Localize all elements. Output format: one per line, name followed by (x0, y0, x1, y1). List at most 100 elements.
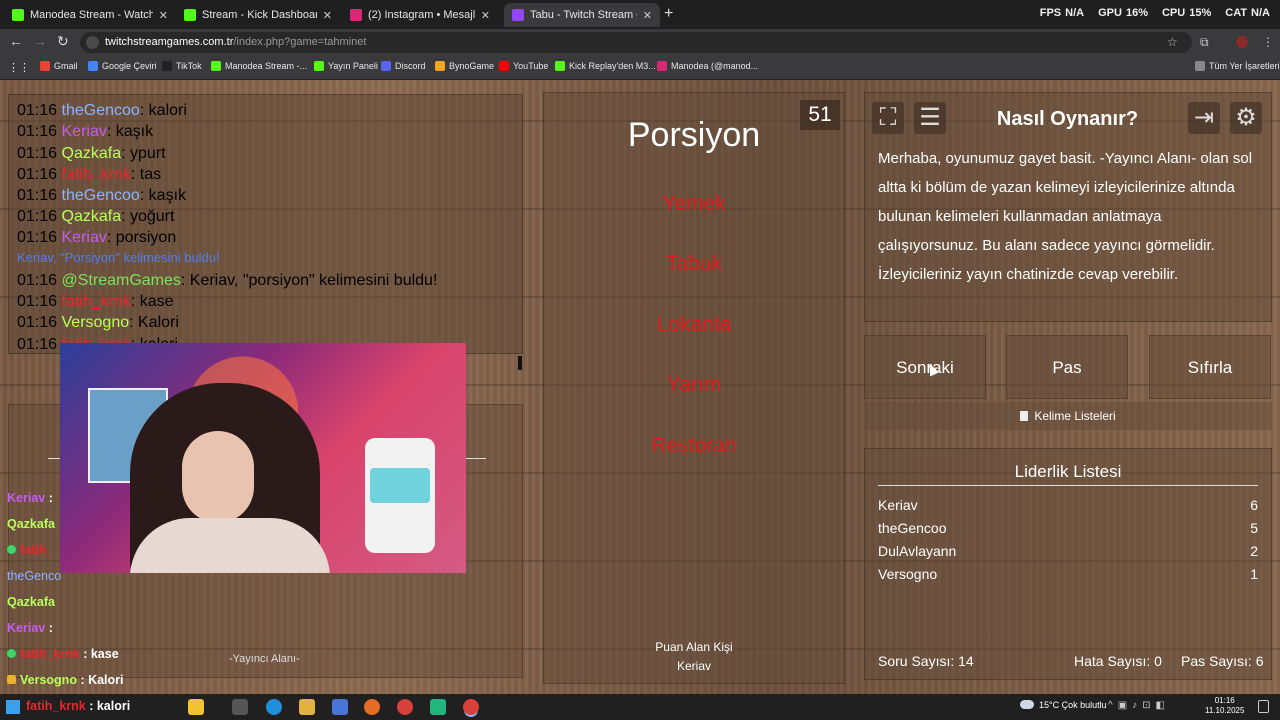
forbidden-word: Yarım (666, 373, 722, 396)
back-icon[interactable]: ← (9, 33, 23, 49)
overlay-chat-line: fatih_ (7, 543, 53, 557)
question-count: Soru Sayısı: 14 (878, 653, 974, 669)
target-word: Porsiyon (627, 116, 761, 154)
tab-label: (2) Instagram • Mesajlar (368, 9, 475, 21)
taskbar-clock[interactable]: 01:16 11.10.2025 (1205, 696, 1244, 716)
chat-text: : Kalori (129, 314, 179, 331)
all-bookmarks[interactable]: Tüm Yer İşaretleri (1195, 61, 1280, 71)
leaderboard-row: Versogno 1 (878, 566, 1258, 582)
chat-message: 01:16 fatih_krnk: kase (17, 293, 174, 311)
reload-icon[interactable]: ↻ (57, 33, 69, 50)
chat-message: 01:16 theGencoo: kaşık (17, 187, 186, 205)
bookmark-broadcast-panel[interactable]: Yayın Paneli (314, 61, 378, 71)
bookmark-discord[interactable]: Discord (381, 61, 426, 71)
bookmark-label: Yayın Paneli (328, 61, 378, 71)
chat-text: : ypurt (121, 145, 166, 162)
overlay-chat-line: Keriav : (7, 491, 53, 505)
close-icon[interactable]: ✕ (643, 9, 652, 22)
chat-user: fatih_krnk (61, 166, 131, 183)
extensions-icon[interactable]: ⧉ (1200, 35, 1209, 50)
notification-icon[interactable] (1258, 700, 1269, 713)
clock-date: 11.10.2025 (1205, 706, 1245, 715)
pass-button[interactable]: Pas (1006, 335, 1128, 399)
exit-icon[interactable]: ⇥ (1188, 102, 1220, 134)
bookmark-star-icon[interactable]: ☆ (1167, 35, 1178, 49)
store-icon[interactable] (332, 699, 348, 715)
chat-user: fatih_krnk (61, 293, 131, 310)
firefox-icon[interactable] (364, 699, 380, 715)
chat-time: 01:16 (17, 208, 58, 225)
tab-label: Stream - Kick Dashboard (202, 9, 317, 21)
tab-kick-watch[interactable]: Manodea Stream - Watch Live ✕ (4, 3, 176, 27)
menu-icon[interactable]: ⋮ (1262, 35, 1274, 49)
app-icon[interactable] (430, 699, 446, 715)
apps-icon[interactable]: ⋮⋮ (8, 61, 30, 74)
close-icon[interactable]: ✕ (323, 9, 332, 22)
chrome-icon[interactable] (397, 699, 413, 715)
notes-icon[interactable]: ☰ (914, 102, 946, 134)
streamer-area-label: -Yayıncı Alanı- (229, 653, 300, 665)
bookmark-manodea-stream[interactable]: Manodea Stream -... (211, 61, 307, 71)
taskbar-chat-overlay: fatih_krnk : kalori (26, 699, 130, 713)
chat-text: : tas (130, 166, 162, 183)
chat-message: 01:16 Versogno: Kalori (17, 314, 179, 332)
forward-icon[interactable]: → (33, 33, 47, 49)
streamer-sweater (130, 518, 330, 573)
chat-text: : Keriav, "porsiyon" kelimesini buldu! (180, 272, 438, 289)
tab-tabu-game[interactable]: Tabu - Twitch Stream Game ✕ (504, 3, 660, 27)
gpu-value: 16% (1125, 7, 1148, 19)
clock-time: 01:16 (1214, 696, 1235, 705)
translate-icon (88, 61, 98, 71)
chat-text: : kalori (139, 102, 187, 119)
chat-message: 01:16 Qazkafa: ypurt (17, 145, 166, 163)
scorer-name: Keriav (676, 659, 711, 673)
player-score: 2 (1250, 543, 1258, 559)
file-explorer-icon[interactable] (299, 699, 315, 715)
close-icon[interactable]: ✕ (159, 9, 168, 22)
tab-kick-dashboard[interactable]: Stream - Kick Dashboard ✕ (176, 3, 340, 27)
chat-time: 01:16 (17, 123, 58, 140)
overlay-user: fatih_ (20, 543, 54, 557)
fullscreen-icon[interactable]: ⛶ (872, 102, 904, 134)
reset-button[interactable]: Sıfırla (1149, 335, 1271, 399)
profile-avatar[interactable] (1236, 36, 1248, 48)
edge-icon[interactable] (266, 699, 282, 715)
leaderboard-row: DulAvlayann 2 (878, 543, 1258, 559)
chat-scrollbar[interactable] (518, 356, 522, 370)
chat-user: Qazkafa (61, 145, 122, 162)
cpu-label: CPU (1161, 7, 1186, 19)
bookmark-kick-replay[interactable]: Kick Replay'den M3... (555, 61, 656, 71)
bookmark-label: TikTok (176, 61, 202, 71)
system-tray-icons[interactable]: ^▣♪⊡◧ (1108, 700, 1170, 711)
streamer-face (182, 431, 254, 523)
bookmark-gmail[interactable]: Gmail (40, 61, 78, 71)
word-lists-button[interactable]: Kelime Listeleri (864, 402, 1272, 430)
new-tab-button[interactable]: + (664, 5, 673, 23)
windows-start-icon[interactable] (6, 700, 20, 714)
overlay-text: : (45, 491, 53, 505)
chrome-active-icon[interactable] (463, 699, 479, 715)
overlay-chat-line: Qazkafa (7, 517, 55, 531)
sparkle-icon (188, 699, 204, 715)
player-score: 6 (1250, 497, 1258, 513)
webcam-feed (60, 343, 466, 573)
discord-icon (381, 61, 391, 71)
chat-time: 01:16 (17, 145, 58, 162)
bookmark-youtube[interactable]: YouTube (499, 61, 548, 71)
bookmark-translate[interactable]: Google Çeviri (88, 61, 157, 71)
tab-instagram[interactable]: (2) Instagram • Mesajlar ✕ (342, 3, 498, 27)
instagram-icon (350, 9, 362, 21)
error-count: Hata Sayısı: 0 (1074, 653, 1162, 669)
gear-icon[interactable]: ⚙ (1230, 102, 1262, 134)
site-info-icon[interactable] (86, 36, 99, 49)
bookmark-tiktok[interactable]: TikTok (162, 61, 202, 71)
weather-widget[interactable]: 15°C Çok bulutlu (1020, 700, 1107, 710)
bookmark-bynogame[interactable]: BynoGame (435, 61, 494, 71)
water-bottle-band (370, 468, 430, 503)
task-view-icon[interactable] (232, 699, 248, 715)
player-name: DulAvlayann (878, 543, 957, 559)
bookmark-instagram[interactable]: Manodea (@manod... (657, 61, 758, 71)
chat-message: 01:16 fatih_krnk: tas (17, 166, 161, 184)
url-input[interactable]: twitchstreamgames.com.tr/index.php?game=… (80, 32, 1192, 53)
close-icon[interactable]: ✕ (481, 9, 490, 22)
